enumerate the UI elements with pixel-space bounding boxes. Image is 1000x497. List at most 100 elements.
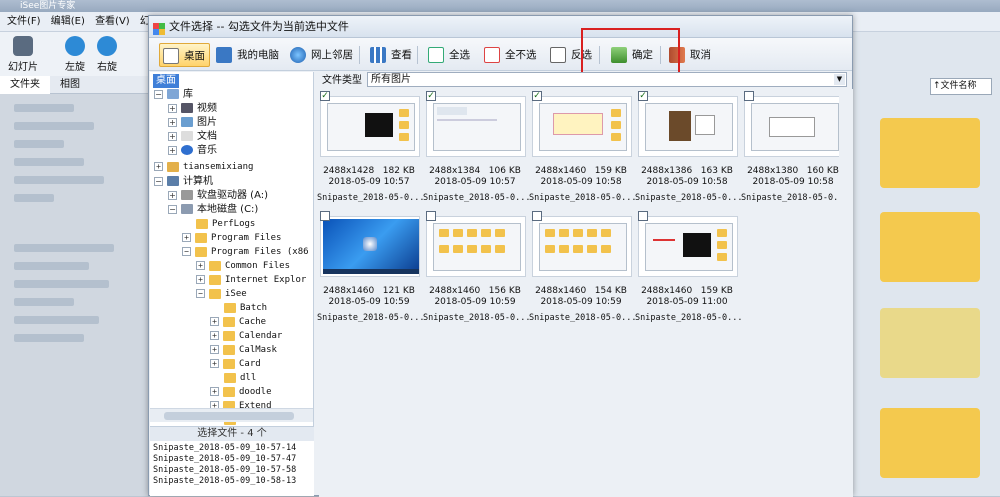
tree-item-calendar[interactable]: + Calendar <box>210 329 282 343</box>
file-dimensions: 2488x1384 <box>429 166 481 176</box>
file-card[interactable]: 2488x1460 156 KB 2018-05-09 10:59 Snipast… <box>423 211 529 328</box>
selected-file-item[interactable]: Snipaste_2018-05-09_10-57-58 <box>153 465 296 475</box>
dialog-toolbar: 桌面 我的电脑 网上邻居 查看 全选 全不选 反选 确定 取消 <box>149 38 852 71</box>
file-checkbox[interactable] <box>426 211 436 221</box>
tree-item-dll[interactable]: dll <box>224 371 256 385</box>
tree-item-calmask[interactable]: + CalMask <box>210 343 277 357</box>
file-checkbox[interactable] <box>532 211 542 221</box>
file-size: 159 KB <box>594 166 627 176</box>
file-type-select[interactable]: 所有图片 ▼ <box>367 72 847 87</box>
globe-icon <box>290 47 306 63</box>
file-card[interactable]: ✓ 2488x1428 182 KB 2018-05-09 10:57 Snipa… <box>317 91 423 208</box>
file-checkbox[interactable] <box>744 91 754 101</box>
tab-album[interactable]: 相图 <box>50 76 90 94</box>
slideshow-button[interactable]: 幻灯片 <box>3 36 43 73</box>
rotate-left-icon <box>65 36 85 56</box>
chevron-down-icon[interactable]: ▼ <box>834 74 845 85</box>
app-title: iSee图片专家 <box>20 1 76 11</box>
file-type-value: 所有图片 <box>371 74 411 85</box>
file-card[interactable]: ✓ 2488x1460 159 KB 2018-05-09 10:58 Snipa… <box>529 91 635 208</box>
selected-file-item[interactable]: Snipaste_2018-05-09_10-57-14 <box>153 443 296 453</box>
invert-selection-icon <box>550 47 566 63</box>
file-thumbnail <box>532 96 632 157</box>
tree-item-program-files-x86[interactable]: − Program Files (x86 <box>182 245 309 259</box>
file-size: 106 KB <box>488 166 521 176</box>
file-date: 2018-05-09 10:57 <box>434 177 516 187</box>
select-none-button[interactable]: 全不选 <box>481 43 541 67</box>
file-card[interactable]: 2488x1460 121 KB 2018-05-09 10:59 Snipast… <box>317 211 423 328</box>
tree-item-floppy[interactable]: + 软盘驱动器 (A:) <box>168 189 268 203</box>
tree-item-batch[interactable]: Batch <box>224 301 267 315</box>
grid-view-icon <box>370 47 386 63</box>
menu-edit[interactable]: 编辑(E) <box>51 12 85 32</box>
file-date: 2018-05-09 11:00 <box>646 297 728 307</box>
tree-item-pictures[interactable]: + 图片 <box>168 116 217 130</box>
file-card[interactable]: ✓ 2488x1386 163 KB 2018-05-09 10:58 Snipa… <box>635 91 741 208</box>
file-checkbox[interactable]: ✓ <box>532 91 542 101</box>
file-size: 156 KB <box>488 286 521 296</box>
my-computer-button[interactable]: 我的电脑 <box>213 43 283 67</box>
file-size: 154 KB <box>594 286 627 296</box>
menu-view[interactable]: 查看(V) <box>95 12 130 32</box>
selected-file-item[interactable]: Snipaste_2018-05-09_10-58-13 <box>153 476 296 486</box>
tree-item-isee[interactable]: − iSee <box>196 287 247 301</box>
file-dimensions: 2488x1386 <box>641 166 693 176</box>
rotate-right-icon <box>97 36 117 56</box>
dialog-app-icon <box>153 21 165 35</box>
tree-item-computer[interactable]: − 计算机 <box>154 175 213 189</box>
file-checkbox[interactable]: ✓ <box>638 91 648 101</box>
network-button[interactable]: 网上邻居 <box>287 43 357 67</box>
selected-files-panel: 选择文件 - 4 个 Snipaste_2018-05-09_10-57-14 … <box>150 426 314 496</box>
app-folder-tree <box>0 94 152 496</box>
file-size: 160 KB <box>806 166 839 176</box>
menu-file[interactable]: 文件(F) <box>7 12 41 32</box>
file-card[interactable]: ✓ 2488x1384 106 KB 2018-05-09 10:57 Snipa… <box>423 91 529 208</box>
file-checkbox[interactable]: ✓ <box>320 91 330 101</box>
file-card[interactable]: 2488x1460 159 KB 2018-05-09 11:00 Snipast… <box>635 211 741 328</box>
file-name: Snipaste_2018-05-0... <box>423 313 529 323</box>
tree-item-cache[interactable]: + Cache <box>210 315 266 329</box>
scrollbar-thumb[interactable] <box>164 412 294 420</box>
file-name: Snipaste_2018-05-0... <box>741 193 847 203</box>
file-checkbox[interactable] <box>320 211 330 221</box>
rotate-right-button[interactable]: 右旋 <box>87 36 127 73</box>
file-checkbox[interactable]: ✓ <box>426 91 436 101</box>
file-card[interactable]: 2488x1460 154 KB 2018-05-09 10:59 Snipast… <box>529 211 635 328</box>
tree-item-documents[interactable]: + 文档 <box>168 130 217 144</box>
tree-item-desktop[interactable]: 桌面 <box>153 74 179 88</box>
file-name: Snipaste_2018-05-0... <box>423 193 529 203</box>
desktop-button[interactable]: 桌面 <box>159 43 210 67</box>
select-all-button[interactable]: 全选 <box>425 43 474 67</box>
file-dimensions: 2488x1460 <box>535 286 587 296</box>
tree-item-video[interactable]: + 视频 <box>168 102 217 116</box>
sort-dropdown[interactable]: ↑文件名称 <box>930 78 992 95</box>
folder-thumbnail[interactable] <box>880 212 980 282</box>
tree-item-doodle[interactable]: + doodle <box>210 385 272 399</box>
tree-item-music[interactable]: + 音乐 <box>168 144 217 158</box>
file-size: 121 KB <box>382 286 415 296</box>
tree-item-internet-explorer[interactable]: + Internet Explor <box>196 273 306 287</box>
tree-item-library[interactable]: − 库 <box>154 88 193 102</box>
file-card[interactable]: 2488x1380 160 KB 2018-05-09 10:58 Snipast… <box>741 91 847 208</box>
tree-item-local-disk[interactable]: − 本地磁盘 (C:) <box>168 203 258 217</box>
folder-thumbnail[interactable] <box>880 118 980 188</box>
file-checkbox[interactable] <box>638 211 648 221</box>
file-size: 163 KB <box>700 166 733 176</box>
file-dimensions: 2488x1380 <box>747 166 799 176</box>
slideshow-icon <box>13 36 33 56</box>
tree-item-common-files[interactable]: + Common Files <box>196 259 290 273</box>
folder-thumbnail[interactable] <box>880 308 980 378</box>
grid-vertical-scrollbar[interactable] <box>839 89 851 495</box>
tree-item-program-files[interactable]: + Program Files <box>182 231 281 245</box>
tab-folders[interactable]: 文件夹 <box>0 76 50 94</box>
file-date: 2018-05-09 10:58 <box>752 177 834 187</box>
view-button[interactable]: 查看 <box>367 43 416 67</box>
selected-file-item[interactable]: Snipaste_2018-05-09_10-57-47 <box>153 454 296 464</box>
tree-item-perflogs[interactable]: PerfLogs <box>196 217 255 231</box>
file-name: Snipaste_2018-05-0... <box>317 313 423 323</box>
tree-item-card[interactable]: + Card <box>210 357 261 371</box>
file-name: Snipaste_2018-05-0... <box>635 313 741 323</box>
tree-horizontal-scrollbar[interactable] <box>150 408 313 422</box>
folder-thumbnail[interactable] <box>880 408 980 478</box>
tree-item-user[interactable]: + tiansemixiang <box>154 160 253 174</box>
